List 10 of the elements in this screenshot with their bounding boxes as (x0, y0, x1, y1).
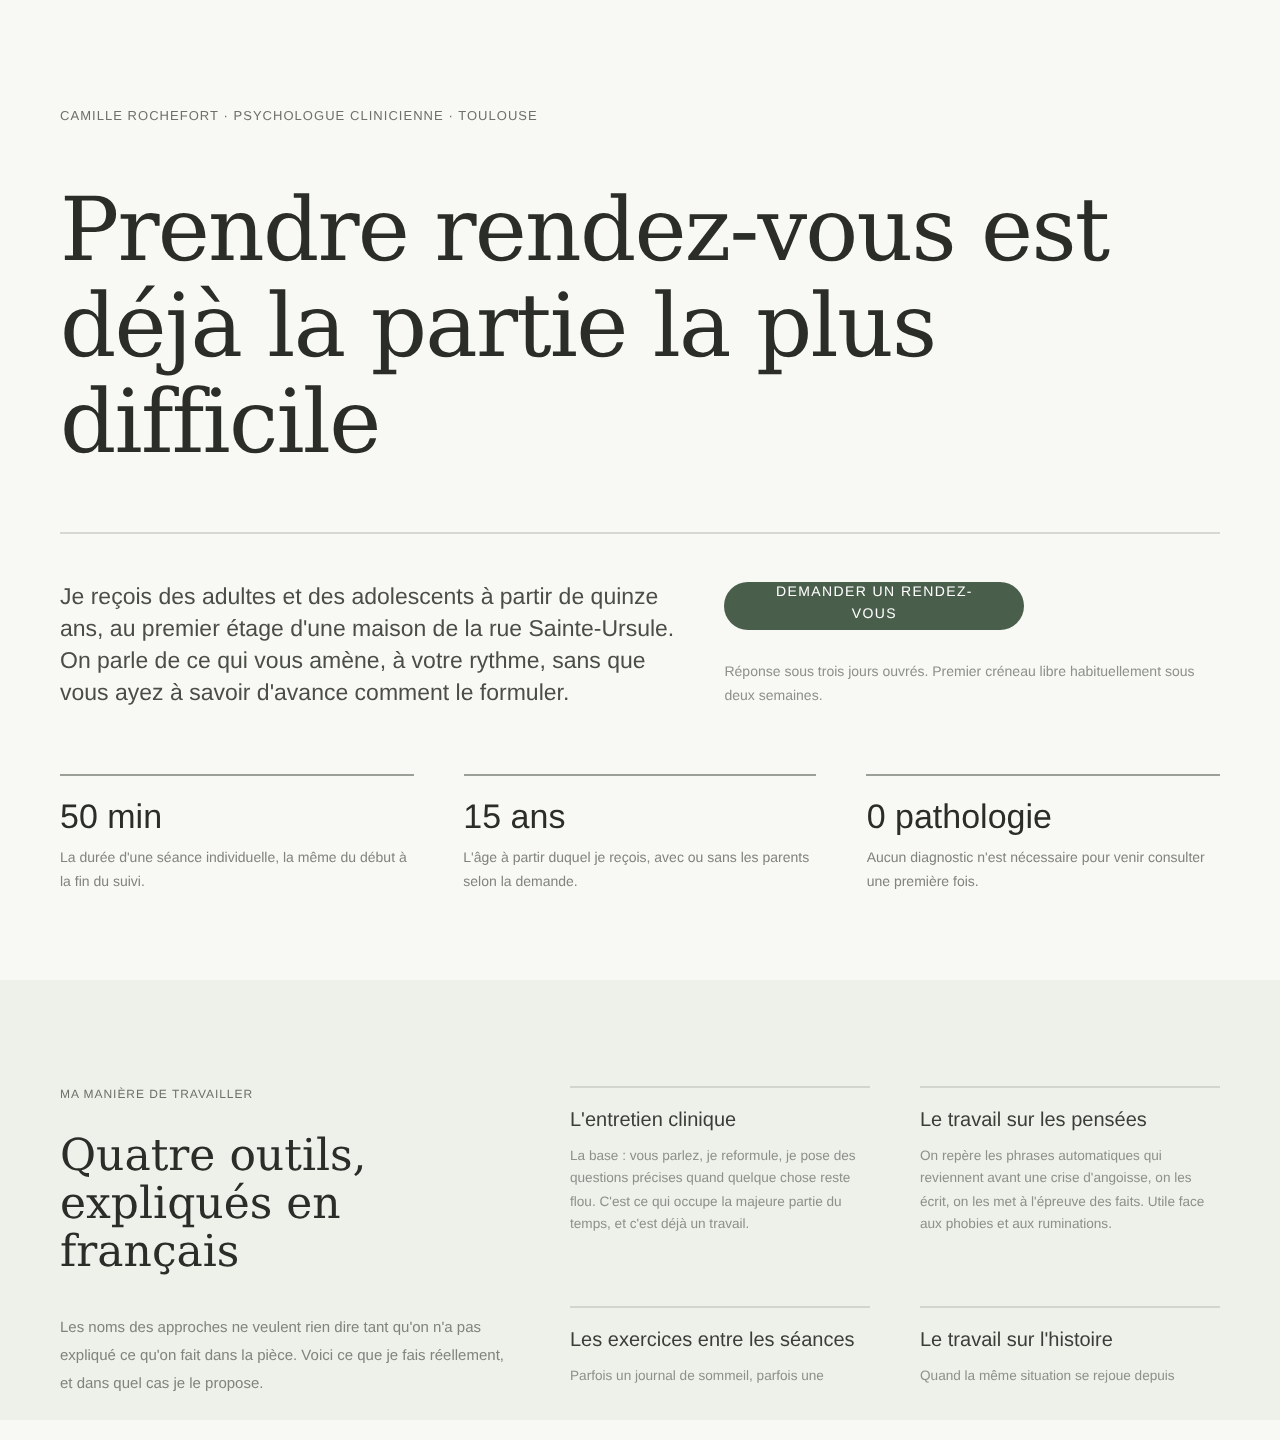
stat-value: 50 min (60, 795, 165, 840)
tool-title: Le travail sur l'histoire (920, 1327, 1115, 1356)
tool-title: L'entretien clinique (570, 1107, 739, 1136)
tool-title: Le travail sur les pensées (920, 1107, 1149, 1136)
section-title: Quatre outils, expliqués en français (60, 1133, 369, 1278)
page-title: Prendre rendez-vous est déjà la partie la plus difficile (60, 183, 1112, 472)
stat-value: 15 ans (463, 795, 568, 840)
stat-value: 0 pathologie (866, 795, 1054, 840)
tool-title: Les exercices entre les séances (570, 1327, 857, 1356)
intro-paragraph: Je reçois des adultes et des adolescents à partir de quinze ans, au premier étage d'une maison de la rue Sainte-Ursule. On parle de ce qui vous amène, à votre rythme, sans que vous ayez à savoir d'avance comment le formuler. (60, 583, 675, 710)
